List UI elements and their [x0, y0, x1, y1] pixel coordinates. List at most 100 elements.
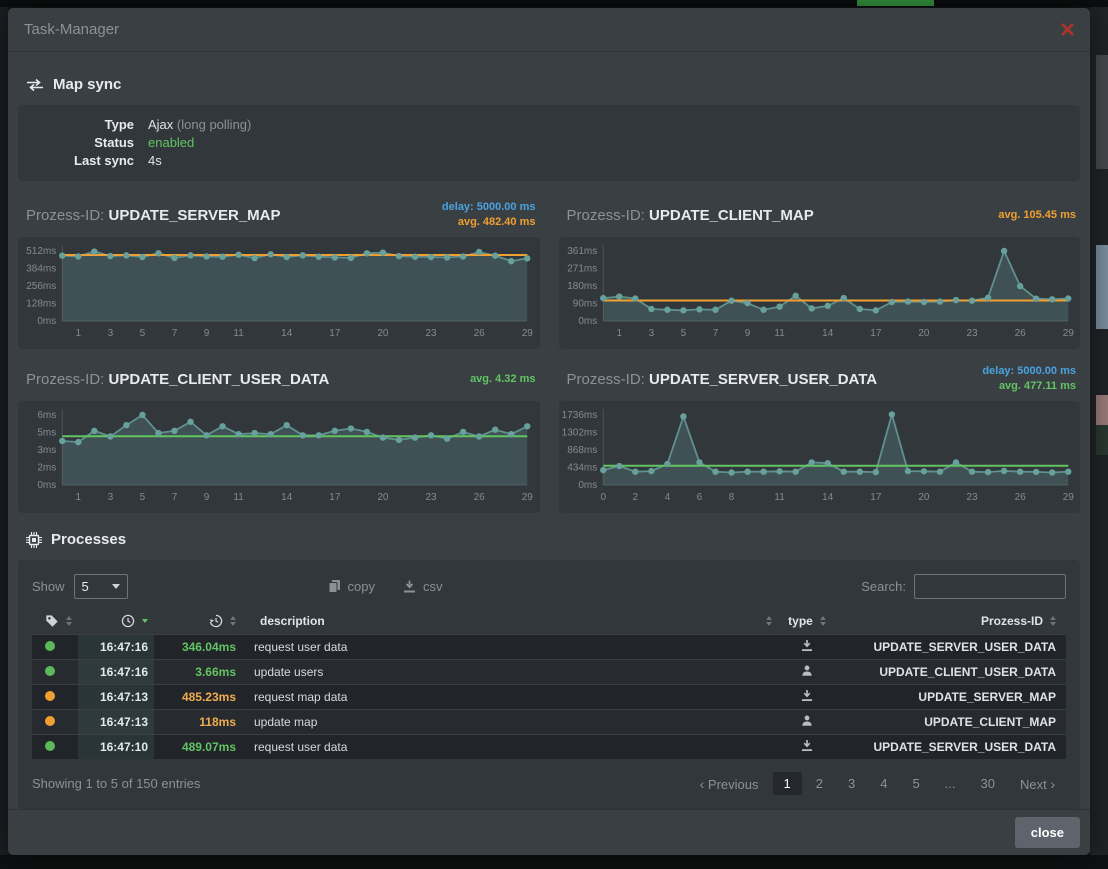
- task-manager-modal: Task-Manager Map sync Type Ajax (long po…: [8, 8, 1090, 855]
- export-buttons: copy csv: [328, 579, 443, 594]
- search-input[interactable]: [914, 574, 1066, 599]
- search-label: Search:: [861, 579, 906, 594]
- chart-block-update_client_user_data: Prozess-ID: UPDATE_CLIENT_USER_DATAavg. …: [18, 361, 540, 525]
- svg-text:17: 17: [329, 328, 341, 339]
- user-icon: [801, 664, 813, 677]
- processes-table-body: 16:47:16346.04msrequest user data UPDATE…: [32, 634, 1066, 759]
- scrollbar-thumb[interactable]: [1096, 55, 1108, 169]
- svg-text:14: 14: [822, 492, 834, 503]
- process-type: [778, 684, 836, 709]
- status-dot: [45, 666, 55, 676]
- column-header-description[interactable]: description: [242, 608, 778, 634]
- svg-text:128ms: 128ms: [26, 299, 56, 310]
- process-row[interactable]: 16:47:13485.23msrequest map data UPDATE_…: [32, 684, 1066, 709]
- copy-icon: [328, 579, 341, 593]
- svg-text:26: 26: [474, 492, 486, 503]
- svg-text:512ms: 512ms: [26, 246, 56, 257]
- svg-text:5: 5: [140, 492, 146, 503]
- chart-delay-value: delay: 5000.00 ms: [982, 364, 1076, 379]
- svg-text:29: 29: [522, 492, 534, 503]
- svg-text:1: 1: [76, 328, 82, 339]
- close-icon[interactable]: [1061, 23, 1074, 36]
- background-page-left-edge: [0, 7, 8, 855]
- chart-delay-value: delay: 5000.00 ms: [442, 200, 536, 215]
- status-dot: [45, 741, 55, 751]
- table-footer: Showing 1 to 5 of 150 entries ‹ Previous…: [32, 772, 1066, 796]
- svg-text:14: 14: [281, 328, 293, 339]
- background-block-green: [1096, 425, 1108, 455]
- info-row-type: Type Ajax (long polling): [34, 116, 1064, 134]
- sort-icon: [66, 616, 72, 626]
- svg-text:5: 5: [140, 328, 146, 339]
- process-row[interactable]: 16:47:13118msupdate map UPDATE_CLIENT_MA…: [32, 709, 1066, 734]
- svg-text:11: 11: [233, 492, 244, 503]
- chart-header: Prozess-ID: UPDATE_SERVER_MAPdelay: 5000…: [18, 197, 540, 237]
- column-header-type[interactable]: type: [778, 608, 836, 634]
- chart-avg-value: avg. 105.45 ms: [998, 208, 1076, 223]
- chart-stats: delay: 5000.00 msavg. 482.40 ms: [442, 200, 536, 230]
- pagination-page-5[interactable]: 5: [901, 772, 930, 795]
- copy-button[interactable]: copy: [328, 579, 375, 594]
- process-description: request user data: [242, 634, 778, 659]
- close-button[interactable]: close: [1015, 817, 1080, 848]
- pagination-page-3[interactable]: 3: [837, 772, 866, 795]
- svg-text:1302ms: 1302ms: [561, 428, 597, 439]
- chart-avg-value: avg. 477.11 ms: [982, 379, 1076, 394]
- pagination-page-2[interactable]: 2: [805, 772, 834, 795]
- background-topbar: [0, 0, 1108, 7]
- pagination-page-1[interactable]: 1: [773, 772, 802, 795]
- process-type: [778, 734, 836, 759]
- chart-stats: avg. 105.45 ms: [998, 208, 1076, 223]
- svg-text:17: 17: [870, 328, 882, 339]
- process-row[interactable]: 16:47:10489.07msrequest user data UPDATE…: [32, 734, 1066, 759]
- svg-text:7: 7: [172, 492, 178, 503]
- column-header-prozess-id[interactable]: Prozess-ID: [836, 608, 1066, 634]
- process-type: [778, 659, 836, 684]
- chart-block-update_server_user_data: Prozess-ID: UPDATE_SERVER_USER_DATA delay…: [559, 361, 1081, 525]
- csv-button[interactable]: csv: [403, 579, 443, 594]
- svg-text:9: 9: [204, 492, 210, 503]
- svg-text:361ms: 361ms: [567, 246, 597, 257]
- svg-text:11: 11: [774, 492, 785, 503]
- sort-icon: [1050, 616, 1056, 626]
- chart-title: Prozess-ID: UPDATE_CLIENT_MAP: [567, 207, 814, 224]
- process-description: update users: [242, 659, 778, 684]
- process-row[interactable]: 16:47:163.66msupdate users UPDATE_CLIENT…: [32, 659, 1066, 684]
- pagination-previous[interactable]: ‹ Previous: [689, 772, 770, 796]
- map-sync-heading: Map sync: [26, 76, 1080, 93]
- chevron-right-icon: ›: [1050, 776, 1055, 792]
- sort-icon: [820, 616, 826, 626]
- pagination-page-4[interactable]: 4: [869, 772, 898, 795]
- process-duration: 346.04ms: [154, 634, 242, 659]
- process-row[interactable]: 16:47:16346.04msrequest user data UPDATE…: [32, 634, 1066, 659]
- svg-text:26: 26: [1014, 492, 1026, 503]
- chart-panel: 0ms90ms180ms271ms361ms135791114172023262…: [559, 237, 1081, 349]
- entries-summary: Showing 1 to 5 of 150 entries: [32, 776, 200, 791]
- download-icon: [403, 580, 416, 593]
- process-id: UPDATE_CLIENT_USER_DATA: [836, 659, 1066, 684]
- svg-text:0ms: 0ms: [37, 316, 56, 327]
- chart-title: Prozess-ID: UPDATE_SERVER_USER_DATA: [567, 371, 878, 388]
- pagination-page-30[interactable]: 30: [970, 772, 1006, 795]
- column-header-time[interactable]: [78, 608, 154, 634]
- svg-text:256ms: 256ms: [26, 281, 56, 292]
- column-header-status[interactable]: [32, 608, 78, 634]
- column-header-duration[interactable]: [154, 608, 242, 634]
- process-description: request user data: [242, 734, 778, 759]
- history-icon: [209, 614, 223, 628]
- status-value: enabled: [148, 134, 194, 152]
- pagination-next[interactable]: Next ›: [1009, 772, 1066, 796]
- svg-text:14: 14: [281, 492, 293, 503]
- svg-text:3ms: 3ms: [37, 445, 56, 456]
- show-entries-select[interactable]: 5: [74, 574, 128, 599]
- chip-icon: [26, 532, 42, 548]
- sort-icon: [230, 616, 236, 626]
- chart-avg-value: avg. 4.32 ms: [470, 372, 535, 387]
- info-value: Ajax (long polling): [148, 116, 251, 134]
- svg-text:3: 3: [108, 492, 114, 503]
- download-icon: [801, 739, 813, 752]
- svg-text:0ms: 0ms: [37, 480, 56, 491]
- info-label: Last sync: [34, 152, 134, 170]
- svg-text:0: 0: [600, 492, 606, 503]
- processes-heading-label: Processes: [51, 531, 126, 548]
